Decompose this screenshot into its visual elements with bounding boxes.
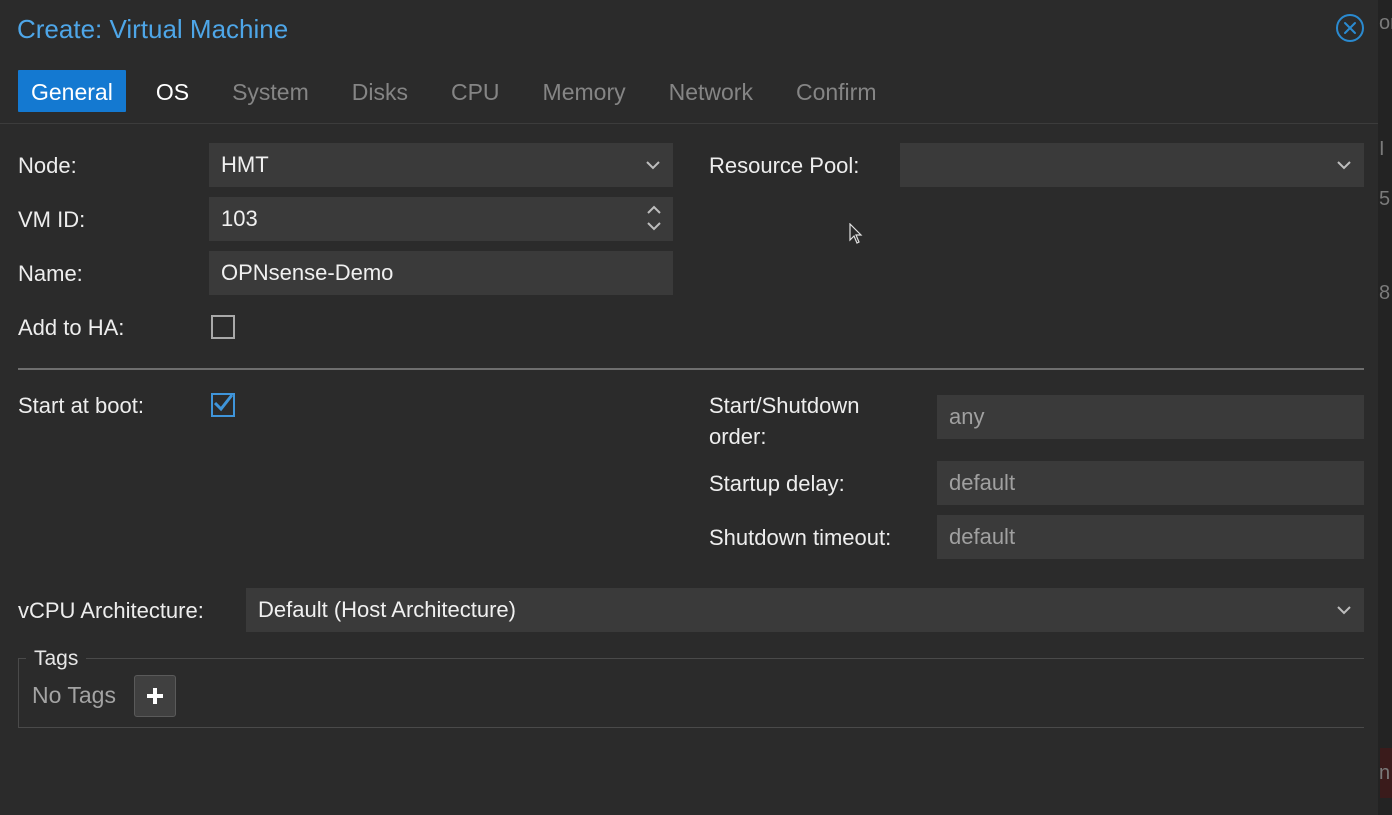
name-value: OPNsense-Demo [221, 260, 394, 285]
close-circle-icon [1344, 22, 1356, 34]
shutdown-timeout-label: Shutdown timeout: [709, 525, 892, 550]
mouse-pointer-icon [849, 223, 863, 244]
tab-confirm[interactable]: Confirm [783, 70, 890, 112]
tab-bar-separator [0, 123, 1378, 124]
tab-disks[interactable]: Disks [339, 70, 421, 112]
chevron-down-icon [646, 161, 660, 170]
start-at-boot-label: Start at boot: [18, 393, 144, 418]
order-label-line2: order: [709, 424, 767, 449]
pool-select[interactable] [900, 143, 1364, 187]
ha-checkbox[interactable] [211, 315, 235, 339]
tags-fieldset [18, 658, 1364, 728]
vmid-spinner[interactable]: 103 [209, 197, 673, 241]
no-tags-text: No Tags [32, 682, 116, 708]
background-fragment: n [1379, 762, 1391, 784]
vcpu-arch-label: vCPU Architecture: [18, 598, 204, 623]
tab-network[interactable]: Network [656, 70, 766, 112]
chevron-down-icon [1337, 606, 1351, 615]
checkmark-icon [213, 394, 234, 412]
chevron-down-icon [1337, 161, 1351, 170]
start-at-boot-checkbox[interactable] [211, 393, 235, 417]
background-fragment: 5 [1379, 188, 1391, 210]
name-input[interactable]: OPNsense-Demo [209, 251, 673, 295]
name-label: Name: [18, 261, 83, 286]
tab-general[interactable]: General [18, 70, 126, 112]
tags-legend: Tags [26, 647, 87, 671]
node-label: Node: [18, 153, 77, 178]
vcpu-arch-value: Default (Host Architecture) [258, 597, 516, 622]
section-divider [18, 368, 1364, 370]
wizard-tabs: General OS System Disks CPU Memory Netwo… [18, 70, 906, 112]
plus-icon [147, 688, 163, 704]
vcpu-arch-select[interactable]: Default (Host Architecture) [246, 588, 1364, 632]
shutdown-order-input[interactable]: any [937, 395, 1364, 439]
vmid-value: 103 [221, 206, 258, 231]
add-tag-button[interactable] [134, 675, 176, 717]
pool-label: Resource Pool: [709, 153, 860, 178]
tab-os[interactable]: OS [143, 70, 202, 112]
node-value: HMT [221, 152, 269, 177]
timeout-placeholder: default [949, 524, 1016, 549]
close-button[interactable] [1336, 14, 1364, 42]
spinner-arrows-icon[interactable] [645, 203, 663, 233]
order-label-line1: Start/Shutdown [709, 393, 860, 418]
background-window-strip: or I 5 8 n [1378, 0, 1392, 815]
tab-system[interactable]: System [219, 70, 322, 112]
create-vm-dialog: Create: Virtual Machine General OS Syste… [0, 0, 1378, 815]
background-fragment: I [1379, 138, 1385, 160]
delay-placeholder: default [949, 470, 1016, 495]
dialog-title: Create: Virtual Machine [17, 14, 289, 44]
ha-label: Add to HA: [18, 315, 125, 340]
vmid-label: VM ID: [18, 207, 86, 232]
background-fragment: 8 [1379, 282, 1391, 304]
order-placeholder: any [949, 404, 985, 429]
node-select[interactable]: HMT [209, 143, 673, 187]
tab-cpu[interactable]: CPU [438, 70, 513, 112]
startup-delay-label: Startup delay: [709, 471, 845, 496]
shutdown-timeout-input[interactable]: default [937, 515, 1364, 559]
startup-delay-input[interactable]: default [937, 461, 1364, 505]
background-fragment: or [1379, 12, 1392, 34]
tab-memory[interactable]: Memory [530, 70, 639, 112]
